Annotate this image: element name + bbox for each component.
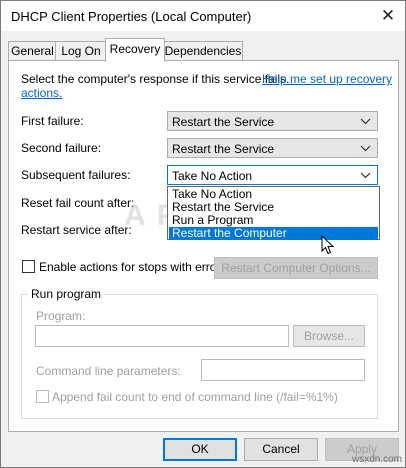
help-link-line1[interactable]: Help me set up recovery xyxy=(262,72,392,86)
dropdown-option-selected[interactable]: Restart the Computer xyxy=(169,227,378,240)
chevron-down-icon xyxy=(360,113,371,132)
browse-button[interactable]: Browse... xyxy=(293,325,365,347)
dialog-window: DHCP Client Properties (Local Computer) … xyxy=(0,0,406,468)
second-failure-value: Restart the Service xyxy=(172,142,275,156)
close-icon[interactable]: ✕ xyxy=(377,5,399,27)
tab-recovery[interactable]: Recovery xyxy=(105,38,165,62)
append-fail-count-label: Append fail count to end of command line… xyxy=(52,390,338,404)
subsequent-failures-dropdown: Take No Action Restart the Service Run a… xyxy=(167,186,380,240)
restart-service-label: Restart service after: xyxy=(21,223,132,237)
first-failure-label: First failure: xyxy=(21,114,84,128)
subsequent-failures-value: Take No Action xyxy=(172,169,253,183)
subsequent-failures-label: Subsequent failures: xyxy=(21,168,131,182)
second-failure-label: Second failure: xyxy=(21,141,102,155)
intro-text: Select the computer's response if this s… xyxy=(21,72,290,86)
subsequent-failures-select[interactable]: Take No Action xyxy=(167,165,378,185)
tab-log-on[interactable]: Log On xyxy=(55,41,107,61)
chevron-down-icon xyxy=(360,167,371,186)
first-failure-value: Restart the Service xyxy=(172,115,275,129)
program-label: Program: xyxy=(36,309,86,323)
reset-fail-count-label: Reset fail count after: xyxy=(21,196,135,210)
cmd-params-input[interactable] xyxy=(201,359,365,381)
window-title: DHCP Client Properties (Local Computer) xyxy=(11,9,252,24)
chevron-down-icon xyxy=(360,140,371,159)
cancel-button[interactable]: Cancel xyxy=(244,438,318,461)
first-failure-select[interactable]: Restart the Service xyxy=(167,111,378,131)
ok-button[interactable]: OK xyxy=(163,438,237,461)
title-bar[interactable]: DHCP Client Properties (Local Computer) … xyxy=(1,1,405,31)
mouse-cursor-icon xyxy=(321,234,335,258)
restart-computer-options-button[interactable]: Restart Computer Options... xyxy=(214,257,378,279)
second-failure-select[interactable]: Restart the Service xyxy=(167,138,378,158)
append-fail-count-checkbox[interactable] xyxy=(36,390,49,403)
program-input[interactable] xyxy=(35,325,289,347)
footer-watermark: wsxdn.com xyxy=(351,454,402,465)
tab-general[interactable]: General xyxy=(8,41,57,61)
enable-actions-checkbox[interactable] xyxy=(22,260,35,273)
enable-actions-label: Enable actions for stops with errors. xyxy=(39,260,230,274)
run-program-group-label: Run program xyxy=(28,287,105,301)
cmd-params-label: Command line parameters: xyxy=(36,364,181,378)
help-link-line2[interactable]: actions. xyxy=(21,86,62,100)
tab-dependencies[interactable]: Dependencies xyxy=(163,41,243,61)
